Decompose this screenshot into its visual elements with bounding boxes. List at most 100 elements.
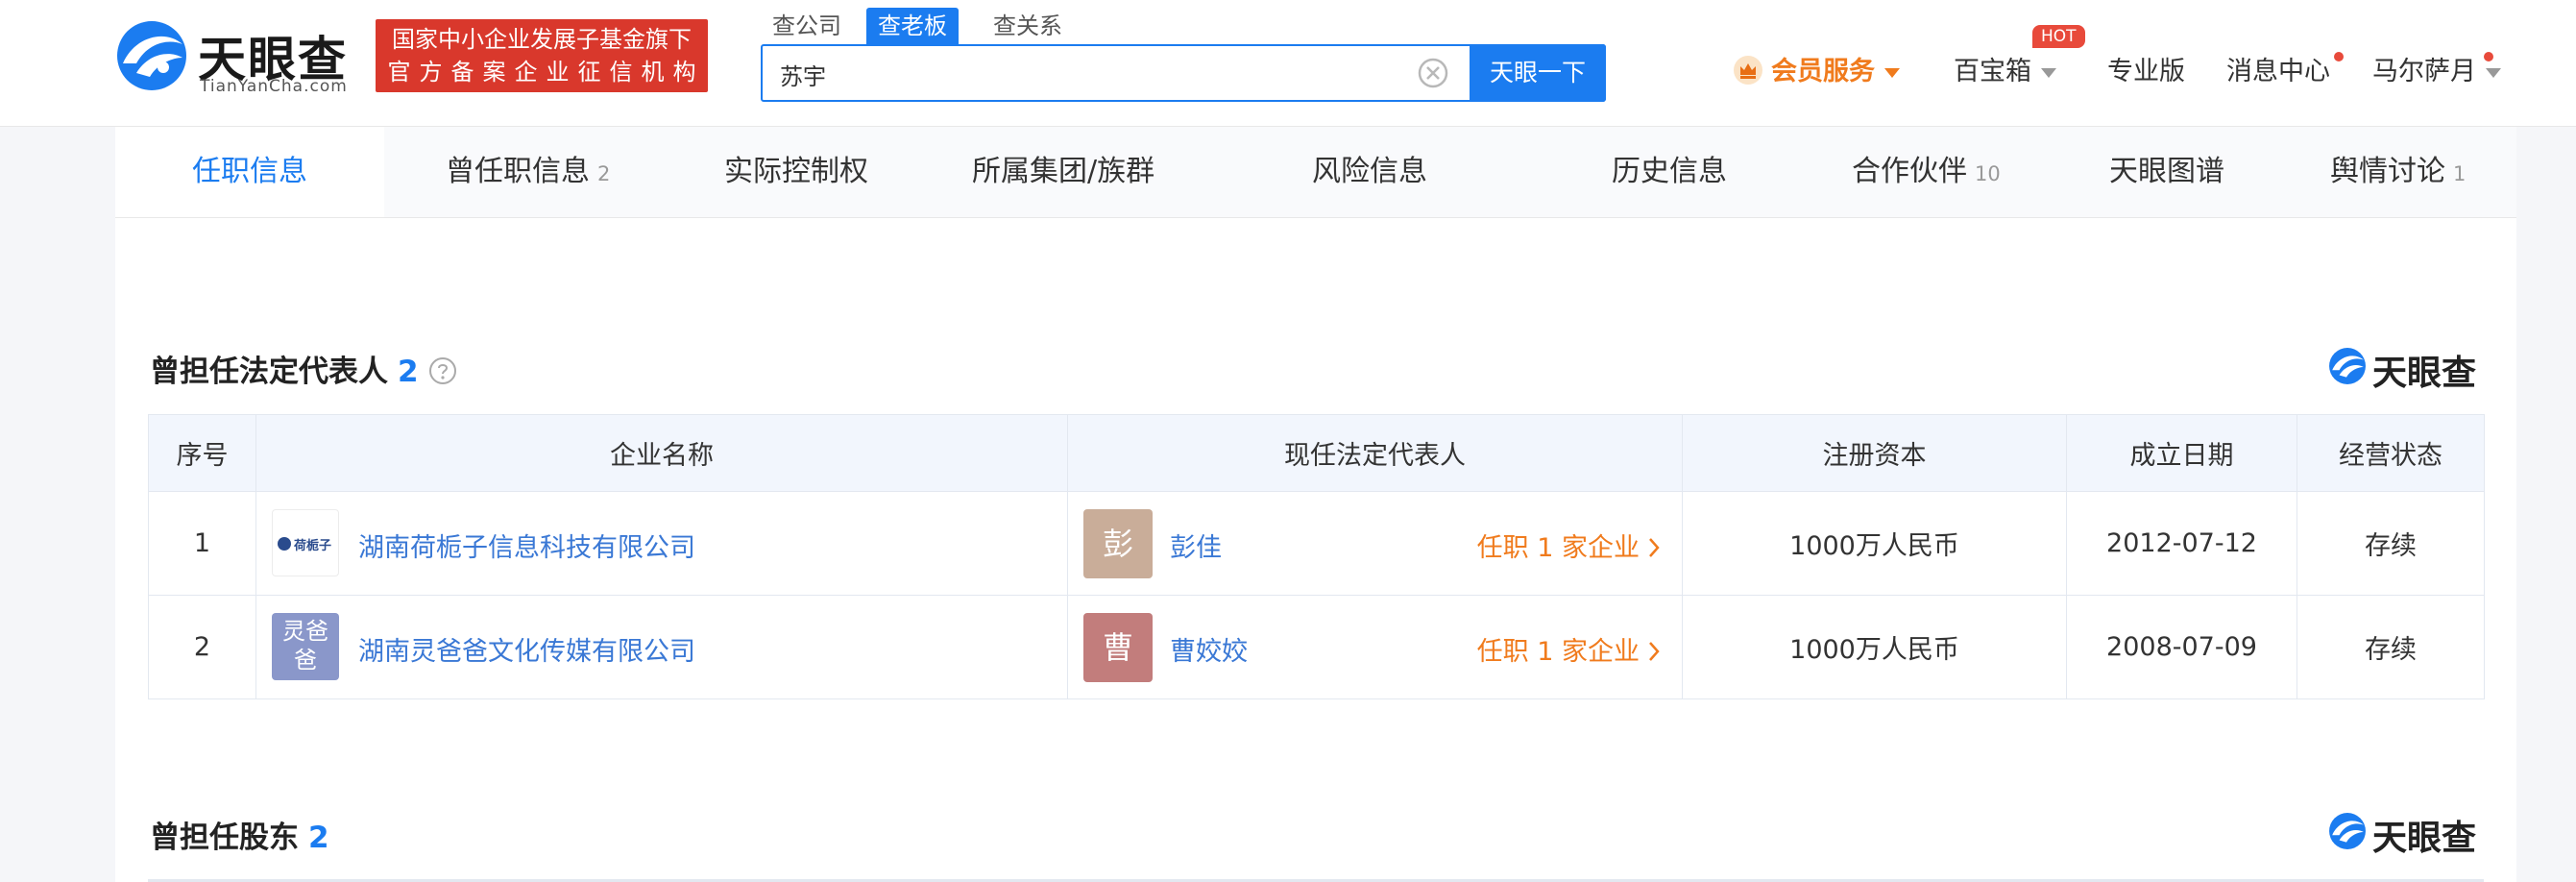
logo-domain: TianYanCha.com xyxy=(200,77,348,96)
chevron-right-icon xyxy=(1649,537,1660,557)
tab-label: 曾任职信息 xyxy=(446,155,590,188)
tab-label: 实际控制权 xyxy=(724,155,868,188)
detail-tabs: 任职信息 曾任职信息 2 实际控制权 所属集团/族群 风险信息 历史信息 合作伙伴… xyxy=(115,127,2516,218)
tab-label: 任职信息 xyxy=(192,155,307,188)
company-link[interactable]: 湖南荷栀子信息科技有限公司 xyxy=(358,527,695,564)
search-tab-boss[interactable]: 查老板 xyxy=(866,8,959,44)
date-value: 2008-07-09 xyxy=(2066,595,2297,699)
tab-opinion[interactable]: 舆情讨论 1 xyxy=(2330,127,2466,217)
company-logo-text: 灵爸 xyxy=(282,618,328,645)
tab-actual-control[interactable]: 实际控制权 xyxy=(724,127,868,217)
tab-label: 风险信息 xyxy=(1312,155,1427,188)
chevron-down-icon xyxy=(2486,67,2501,78)
tab-count: 1 xyxy=(2453,162,2467,185)
section-title-shareholder: 曾担任股东 2 xyxy=(150,813,329,856)
positions-link[interactable]: 任职 1 家企业 xyxy=(1477,630,1661,668)
tab-label: 舆情讨论 xyxy=(2330,155,2445,188)
capital-value: 1000万人民币 xyxy=(1682,491,2067,596)
search-tab-company[interactable]: 查公司 xyxy=(761,8,853,44)
vip-label: 会员服务 xyxy=(1771,57,1875,86)
watermark-logo: 天眼查 xyxy=(2328,345,2491,393)
tab-count: 10 xyxy=(1975,162,2001,185)
section-title-text: 曾担任法定代表人 xyxy=(150,355,388,389)
tab-partners[interactable]: 合作伙伴 10 xyxy=(1852,127,2001,217)
col-status: 经营状态 xyxy=(2297,414,2485,492)
tab-label: 合作伙伴 xyxy=(1852,155,1967,188)
positions-link-text: 任职 1 家企业 xyxy=(1476,637,1640,667)
vip-service-menu[interactable]: 会员服务 xyxy=(1733,50,1900,94)
badge-line-1: 国家中小企业发展子基金旗下 xyxy=(392,26,692,53)
company-link[interactable]: 湖南灵爸爸文化传媒有限公司 xyxy=(358,630,695,668)
section-title-legal-rep: 曾担任法定代表人 2 xyxy=(150,347,457,390)
site-logo[interactable]: 天眼查 TianYanCha.com xyxy=(115,17,357,96)
positions-link-text: 任职 1 家企业 xyxy=(1476,533,1640,563)
user-dot xyxy=(2484,52,2493,61)
legal-rep-link[interactable]: 彭佳 xyxy=(1170,527,1222,564)
main-content: 曾担任法定代表人 2 天眼查 序号 企业名称 现任法定代表人 注册资本 成立日期 … xyxy=(115,218,2516,882)
row-index: 1 xyxy=(148,491,256,596)
legal-rep-cell: 曹 曹姣姣 任职 1 家企业 xyxy=(1067,595,1683,699)
user-menu[interactable]: 马尔萨月 xyxy=(2372,50,2501,94)
tab-risk[interactable]: 风险信息 xyxy=(1312,127,1427,217)
status-badge: 存续 xyxy=(2297,491,2485,596)
watermark-text: 天眼查 xyxy=(2372,354,2477,393)
company-logo[interactable]: 荷栀子 xyxy=(272,509,339,576)
chevron-down-icon xyxy=(2041,67,2056,78)
company-logo-text: 荷栀子 xyxy=(294,539,332,553)
eye-logo-icon xyxy=(117,21,186,90)
company-cell: 灵爸 爸 湖南灵爸爸文化传媒有限公司 xyxy=(255,595,1068,699)
hot-badge: HOT xyxy=(2032,25,2085,48)
message-dot xyxy=(2334,52,2344,61)
search-input[interactable] xyxy=(778,46,1397,102)
table-row: 1 荷栀子 湖南荷栀子信息科技有限公司 彭 彭佳 任职 1 家企业 1000万人… xyxy=(148,491,2485,596)
company-logo[interactable]: 灵爸 爸 xyxy=(272,613,339,680)
status-badge: 存续 xyxy=(2297,595,2485,699)
tab-label: 历史信息 xyxy=(1612,155,1727,188)
search-button[interactable]: 天眼一下 xyxy=(1470,44,1606,102)
col-legal-rep: 现任法定代表人 xyxy=(1067,414,1683,492)
badge-line-2: 官方备案企业征信机构 xyxy=(387,59,705,86)
messages-label: 消息中心 xyxy=(2226,57,2330,86)
clear-icon[interactable] xyxy=(1418,58,1448,88)
official-badge: 国家中小企业发展子基金旗下 官方备案企业征信机构 xyxy=(376,19,708,92)
help-icon[interactable] xyxy=(428,356,457,385)
tab-graph[interactable]: 天眼图谱 xyxy=(2109,127,2224,217)
col-index: 序号 xyxy=(148,414,256,492)
avatar[interactable]: 曹 xyxy=(1083,613,1153,682)
row-index: 2 xyxy=(148,595,256,699)
table-header-row: 序号 企业名称 现任法定代表人 注册资本 成立日期 经营状态 xyxy=(148,414,2485,492)
legal-rep-table: 序号 企业名称 现任法定代表人 注册资本 成立日期 经营状态 1 荷栀子 湖南荷… xyxy=(148,414,2485,699)
watermark-text: 天眼查 xyxy=(2372,819,2477,858)
pro-version-link[interactable]: 专业版 xyxy=(2107,50,2185,94)
positions-link[interactable]: 任职 1 家企业 xyxy=(1477,527,1661,564)
company-cell: 荷栀子 湖南荷栀子信息科技有限公司 xyxy=(255,491,1068,596)
capital-value: 1000万人民币 xyxy=(1682,595,2067,699)
chevron-down-icon xyxy=(1884,67,1900,78)
crown-icon xyxy=(1734,55,1762,85)
pro-label: 专业版 xyxy=(2107,57,2185,86)
username: 马尔萨月 xyxy=(2372,57,2476,86)
eye-logo-icon xyxy=(2329,348,2366,384)
message-center-link[interactable]: 消息中心 xyxy=(2226,50,2330,94)
top-header: 天眼查 TianYanCha.com 国家中小企业发展子基金旗下 官方备案企业征… xyxy=(0,0,2576,127)
treasure-label: 百宝箱 xyxy=(1954,57,2031,86)
avatar[interactable]: 彭 xyxy=(1083,509,1153,578)
tab-count: 2 xyxy=(597,162,611,185)
search-tab-relation[interactable]: 查关系 xyxy=(982,8,1074,44)
tab-group[interactable]: 所属集团/族群 xyxy=(972,127,1154,217)
tab-history[interactable]: 历史信息 xyxy=(1612,127,1727,217)
tab-current-position[interactable]: 任职信息 xyxy=(115,127,384,217)
col-date: 成立日期 xyxy=(2066,414,2297,492)
section-title-text: 曾担任股东 xyxy=(150,821,299,855)
section-count: 2 xyxy=(308,821,329,855)
search-box: 天眼一下 xyxy=(761,44,1606,102)
watermark-logo: 天眼查 xyxy=(2328,810,2491,858)
date-value: 2012-07-12 xyxy=(2066,491,2297,596)
treasure-menu[interactable]: 百宝箱 xyxy=(1954,50,2056,94)
legal-rep-link[interactable]: 曹姣姣 xyxy=(1170,630,1248,668)
legal-rep-cell: 彭 彭佳 任职 1 家企业 xyxy=(1067,491,1683,596)
tab-label: 天眼图谱 xyxy=(2109,155,2224,188)
tab-past-position[interactable]: 曾任职信息 2 xyxy=(446,127,610,217)
tab-label: 所属集团/族群 xyxy=(972,155,1155,188)
col-company: 企业名称 xyxy=(255,414,1068,492)
